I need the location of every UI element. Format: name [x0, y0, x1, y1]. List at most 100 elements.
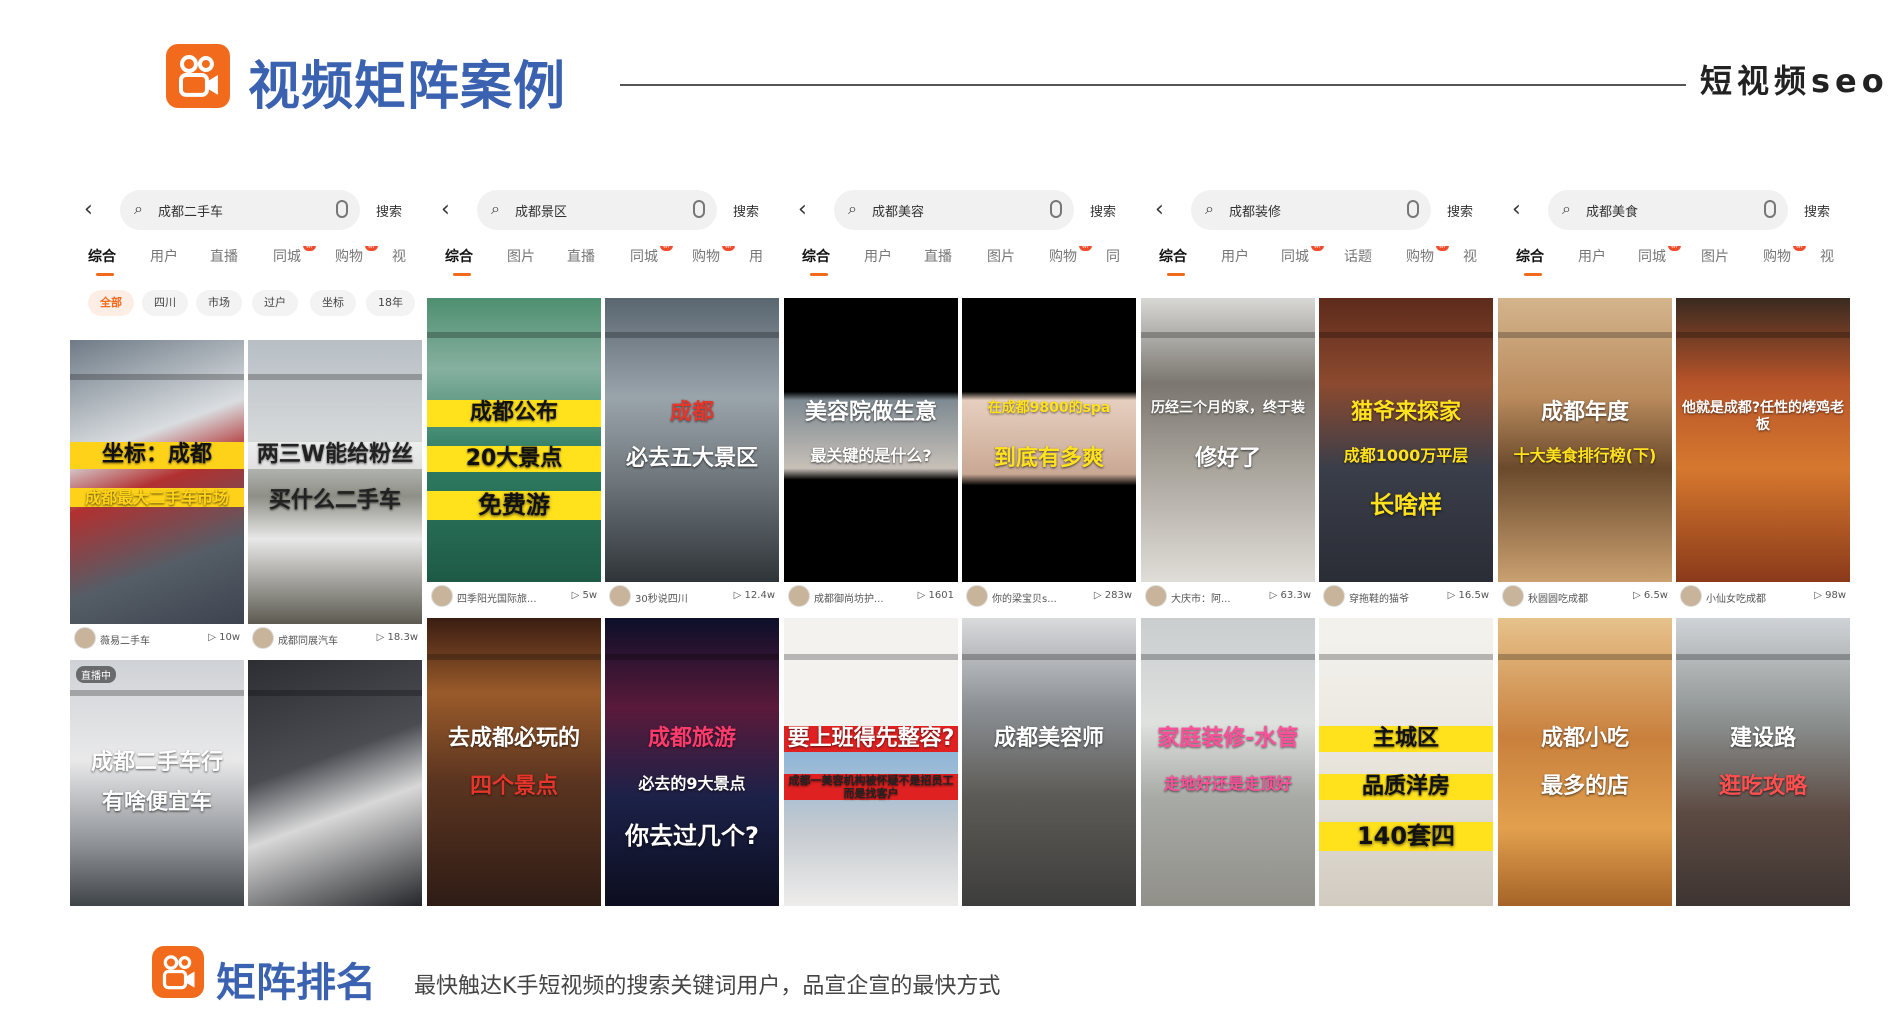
video-card[interactable]: 家庭装修-水管 走地好还是走顶好 — [1141, 618, 1315, 906]
avatar[interactable] — [788, 585, 810, 607]
tab-2[interactable]: 直播 — [924, 246, 952, 266]
filter-chip[interactable]: 全部 — [88, 290, 134, 316]
video-card[interactable]: 成都 必去五大景区 30秒说四川 ▷ 12.4w — [605, 298, 779, 610]
author-name[interactable]: 成都御尚坊护... — [814, 590, 884, 605]
video-card[interactable]: 在成都9800的spa 到底有多爽 你的梁宝贝s... ▷ 283w — [962, 298, 1136, 610]
search-input[interactable]: ⌕ 成都景区 — [477, 190, 717, 230]
video-card[interactable]: 成都旅游 必去的9大景点 你去过几个? — [605, 618, 779, 906]
avatar[interactable] — [1145, 585, 1167, 607]
tab-2[interactable]: 直播 — [210, 246, 238, 266]
video-card[interactable]: 他就是成都?任性的烤鸡老板 小仙女吃成都 ▷ 98w — [1676, 298, 1850, 610]
filter-chip[interactable]: 四川 — [142, 290, 188, 316]
tab-5[interactable]: 同 — [1106, 246, 1120, 266]
tab-4[interactable]: 购物 — [1406, 246, 1434, 266]
search-input[interactable]: ⌕ 成都装修 — [1191, 190, 1431, 230]
tab-4[interactable]: 购物 — [692, 246, 720, 266]
avatar[interactable] — [609, 585, 631, 607]
video-thumbnail: 坐标：成都 成都最大二手车市场 — [70, 340, 244, 624]
avatar[interactable] — [1502, 585, 1524, 607]
filter-chip[interactable]: 过户 — [252, 290, 298, 316]
tab-0[interactable]: 综合 — [88, 246, 116, 276]
tab-1[interactable]: 图片 — [507, 246, 535, 266]
video-card[interactable]: 坐标：成都 成都最大二手车市场 薇易二手车 ▷ 10w — [70, 340, 244, 652]
filter-chip[interactable]: 18年 — [366, 290, 415, 316]
back-arrow-icon[interactable]: ‹ — [798, 198, 807, 222]
tab-5[interactable]: 用 — [749, 246, 763, 266]
video-card[interactable]: 成都公布 20大景点 免费游 四季阳光国际旅... ▷ 5w — [427, 298, 601, 610]
tab-0[interactable]: 综合 — [445, 246, 473, 276]
tab-3[interactable]: 话题 — [1344, 246, 1372, 266]
author-name[interactable]: 成都同展汽车 — [278, 632, 338, 647]
microphone-icon[interactable] — [1050, 200, 1062, 218]
tab-3[interactable]: 图片 — [987, 246, 1015, 266]
tab-1[interactable]: 用户 — [1578, 246, 1606, 266]
view-count: ▷ 63.3w — [1270, 590, 1311, 601]
video-card[interactable]: 成都年度 十大美食排行榜(下) 秋圆圆吃成都 ▷ 6.5w — [1498, 298, 1672, 610]
search-button[interactable]: 搜索 — [1804, 201, 1830, 220]
author-name[interactable]: 秋圆圆吃成都 — [1528, 590, 1588, 605]
avatar[interactable] — [74, 627, 96, 649]
video-card[interactable]: 成都美容师 — [962, 618, 1136, 906]
tab-2[interactable]: 直播 — [567, 246, 595, 266]
tab-4[interactable]: 购物 — [1763, 246, 1791, 266]
search-button[interactable]: 搜索 — [1447, 201, 1473, 220]
microphone-icon[interactable] — [1407, 200, 1419, 218]
tab-5[interactable]: 视 — [392, 246, 406, 266]
filter-chip[interactable]: 市场 — [196, 290, 242, 316]
tab-3[interactable]: 同城 — [273, 246, 301, 266]
avatar[interactable] — [1680, 585, 1702, 607]
author-name[interactable]: 薇易二手车 — [100, 632, 150, 647]
tab-5[interactable]: 视 — [1820, 246, 1834, 266]
author-name[interactable]: 30秒说四川 — [635, 590, 688, 605]
tab-0[interactable]: 综合 — [802, 246, 830, 276]
video-card[interactable]: 去成都必玩的 四个景点 — [427, 618, 601, 906]
back-arrow-icon[interactable]: ‹ — [1512, 198, 1521, 222]
microphone-icon[interactable] — [693, 200, 705, 218]
author-name[interactable]: 穿拖鞋的猫爷 — [1349, 590, 1409, 605]
back-arrow-icon[interactable]: ‹ — [441, 198, 450, 222]
tab-2[interactable]: 同城 — [1638, 246, 1666, 266]
filter-chip[interactable]: 坐标 — [310, 290, 356, 316]
tab-4[interactable]: 购物 — [335, 246, 363, 266]
tab-0[interactable]: 综合 — [1159, 246, 1187, 276]
avatar[interactable] — [252, 627, 274, 649]
search-button[interactable]: 搜索 — [733, 201, 759, 220]
tab-5[interactable]: 视 — [1463, 246, 1477, 266]
tab-3[interactable]: 图片 — [1701, 246, 1729, 266]
video-card[interactable]: 成都小吃 最多的店 — [1498, 618, 1672, 906]
video-card[interactable]: 两三W能给粉丝 买什么二手车 成都同展汽车 ▷ 18.3w — [248, 340, 422, 652]
video-card[interactable]: 历经三个月的家，终于装 修好了 大庆市：阿... ▷ 63.3w — [1141, 298, 1315, 610]
tab-0[interactable]: 综合 — [1516, 246, 1544, 276]
author-name[interactable]: 你的梁宝贝s... — [992, 590, 1057, 605]
avatar[interactable] — [966, 585, 988, 607]
tab-4[interactable]: 购物 — [1049, 246, 1077, 266]
search-input[interactable]: ⌕ 成都美食 — [1548, 190, 1788, 230]
video-card[interactable] — [248, 660, 422, 906]
back-arrow-icon[interactable]: ‹ — [84, 198, 93, 222]
search-input[interactable]: ⌕ 成都美容 — [834, 190, 1074, 230]
author-name[interactable]: 四季阳光国际旅... — [457, 590, 537, 605]
video-card[interactable]: 猫爷来探家 成都1000万平层 长啥样 穿拖鞋的猫爷 ▷ 16.5w — [1319, 298, 1493, 610]
search-input[interactable]: ⌕ 成都二手车 — [120, 190, 360, 230]
microphone-icon[interactable] — [1764, 200, 1776, 218]
video-card[interactable]: 建设路 逛吃攻略 — [1676, 618, 1850, 906]
video-card[interactable]: 要上班得先整容? 成都一美容机构被怀疑不是招员工而是找客户 — [784, 618, 958, 906]
microphone-icon[interactable] — [336, 200, 348, 218]
video-card[interactable]: 成都二手车行 有啥便宜车 直播中 — [70, 660, 244, 906]
search-button[interactable]: 搜索 — [1090, 201, 1116, 220]
author-name[interactable]: 大庆市：阿... — [1171, 590, 1231, 605]
tab-1[interactable]: 用户 — [864, 246, 892, 266]
avatar[interactable] — [431, 585, 453, 607]
video-card[interactable]: 美容院做生意 最关键的是什么? 成都御尚坊护... ▷ 1601 — [784, 298, 958, 610]
search-button[interactable]: 搜索 — [376, 201, 402, 220]
thumb-shade — [427, 654, 601, 660]
back-arrow-icon[interactable]: ‹ — [1155, 198, 1164, 222]
video-caption: 在成都9800的spa — [987, 400, 1111, 417]
tab-3[interactable]: 同城 — [630, 246, 658, 266]
avatar[interactable] — [1323, 585, 1345, 607]
tab-2[interactable]: 同城 — [1281, 246, 1309, 266]
video-card[interactable]: 主城区 品质洋房 140套四 — [1319, 618, 1493, 906]
author-name[interactable]: 小仙女吃成都 — [1706, 590, 1766, 605]
tab-1[interactable]: 用户 — [1221, 246, 1249, 266]
tab-1[interactable]: 用户 — [150, 246, 178, 266]
